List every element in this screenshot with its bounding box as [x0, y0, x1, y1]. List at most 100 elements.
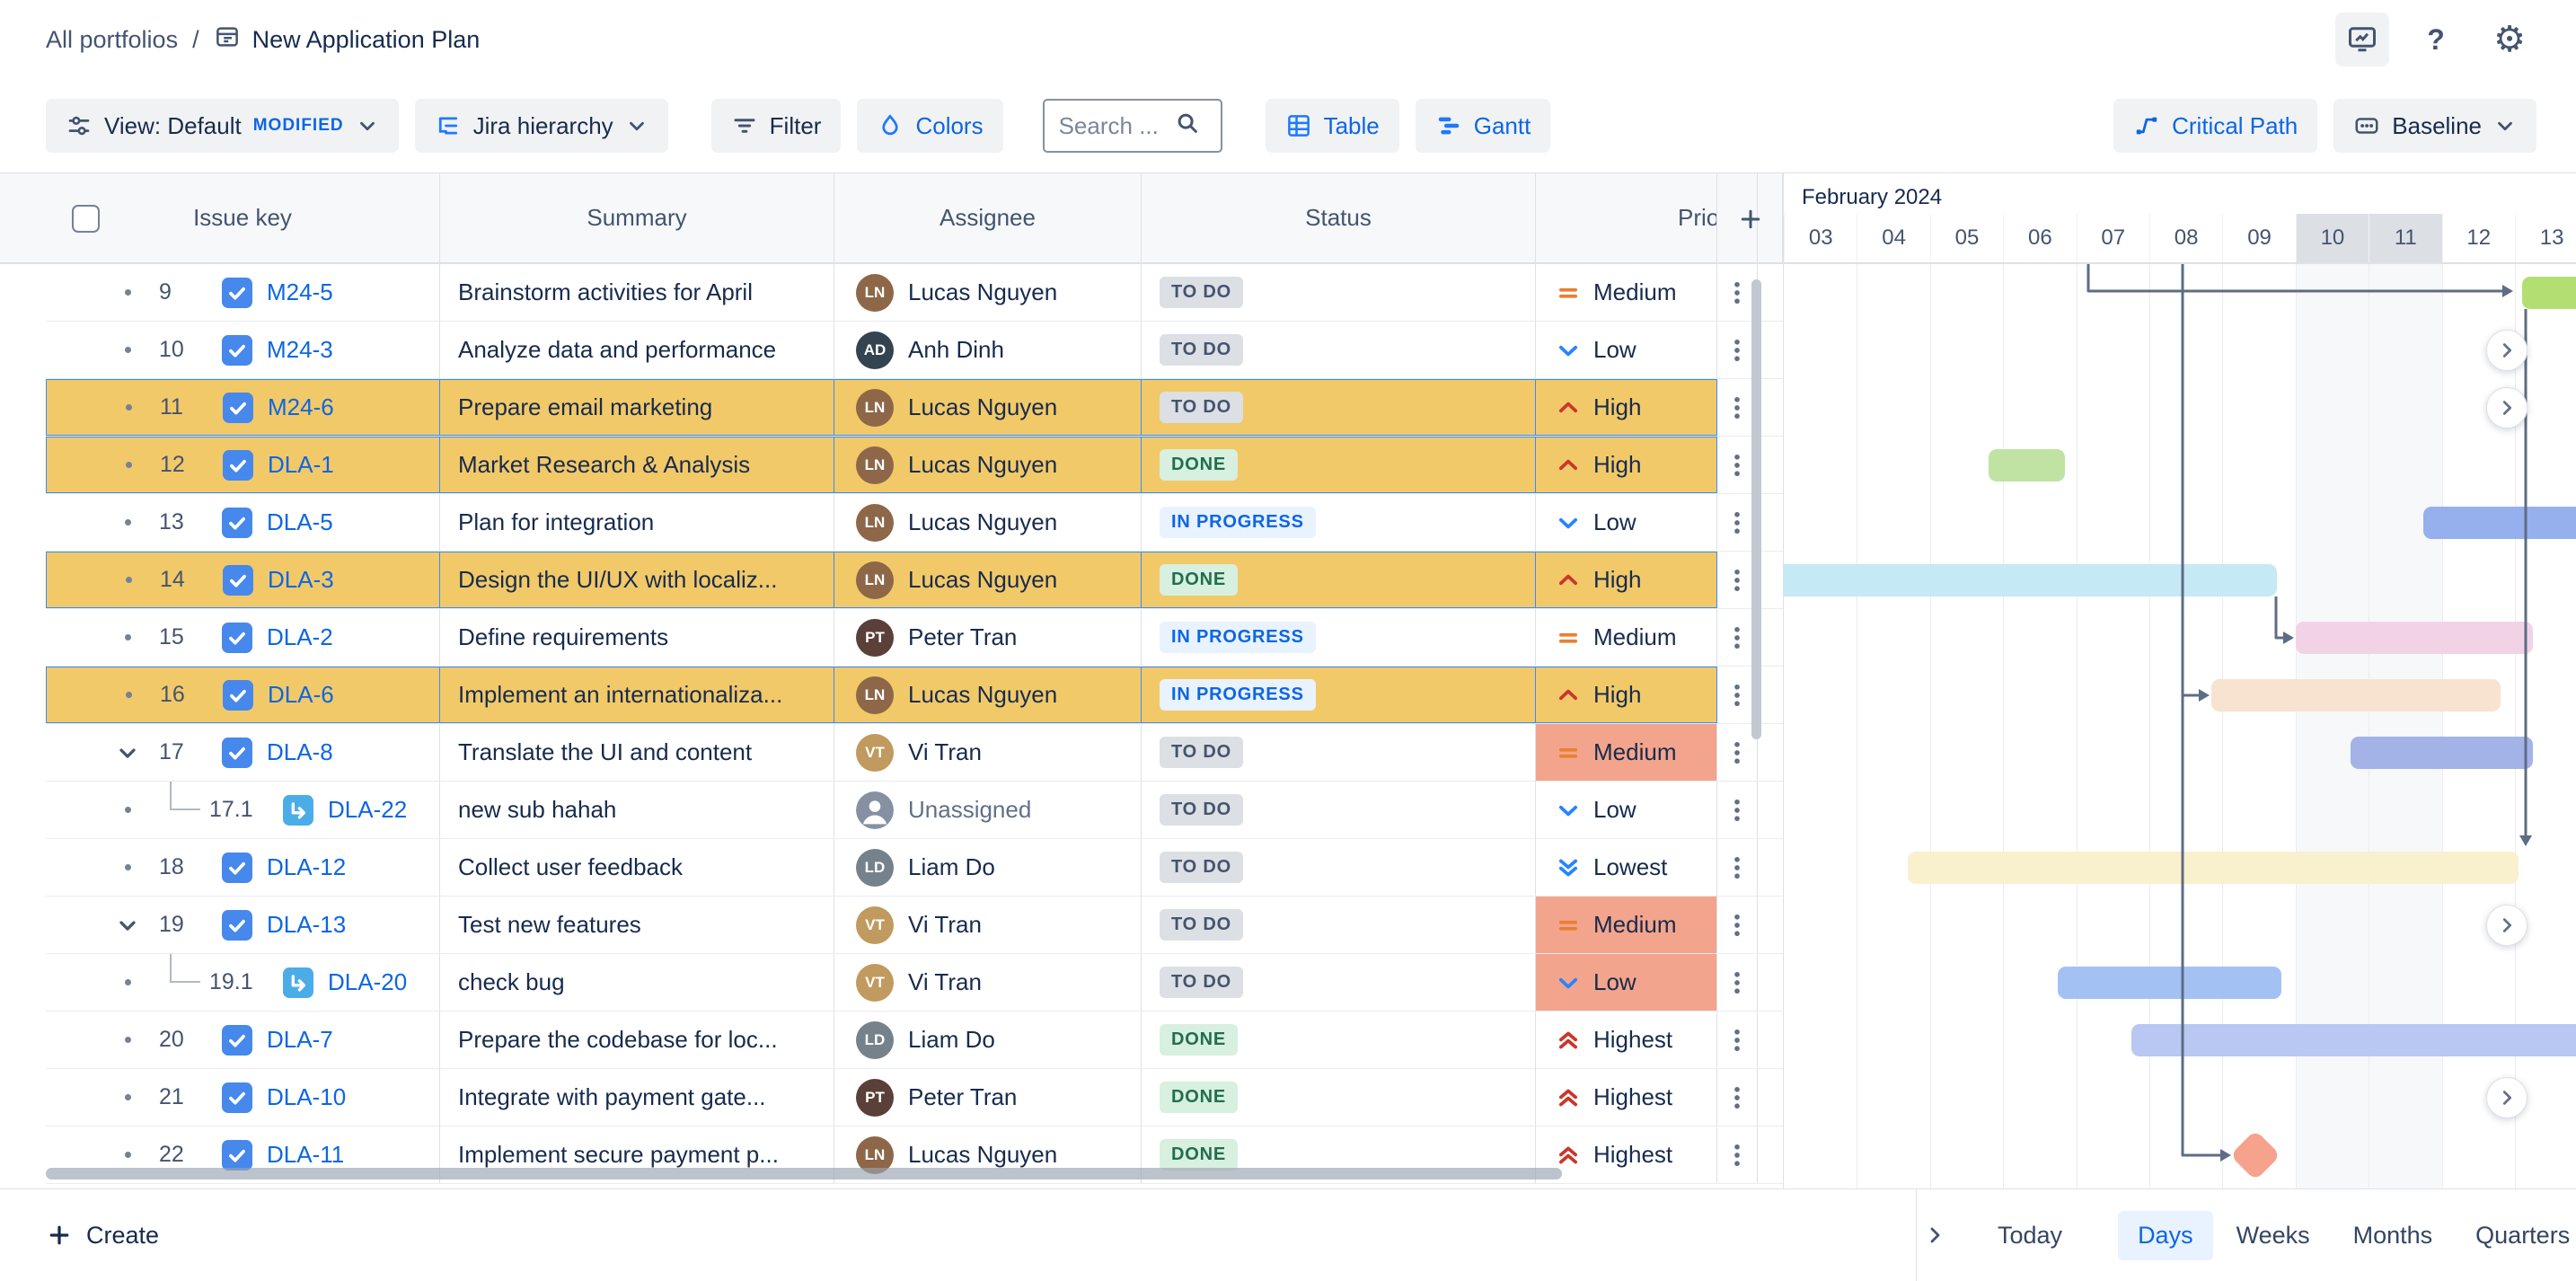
- status-cell[interactable]: DONE: [1142, 1069, 1536, 1126]
- row-menu-button[interactable]: [1719, 677, 1755, 713]
- issue-key-link[interactable]: M24-6: [268, 393, 334, 421]
- assignee-cell[interactable]: VTVi Tran: [834, 954, 1142, 1011]
- column-header-assignee[interactable]: Assignee: [834, 173, 1142, 262]
- zoom-weeks-button[interactable]: Weeks: [2217, 1211, 2330, 1260]
- issue-key-link[interactable]: DLA-3: [268, 566, 334, 594]
- row-menu-button[interactable]: [1719, 850, 1755, 886]
- row-menu-button[interactable]: [1719, 792, 1755, 828]
- priority-cell[interactable]: Highest: [1536, 1012, 1717, 1068]
- summary-cell[interactable]: Test new features: [440, 897, 834, 953]
- status-cell[interactable]: TO DO: [1142, 322, 1536, 378]
- scroll-to-bar-button[interactable]: [2486, 905, 2527, 946]
- timeline-day-04[interactable]: 04: [1857, 214, 1929, 262]
- status-cell[interactable]: IN PROGRESS: [1142, 494, 1536, 551]
- assignee-cell[interactable]: Unassigned: [834, 782, 1142, 838]
- priority-cell[interactable]: Lowest: [1536, 839, 1717, 896]
- assignee-cell[interactable]: LNLucas Nguyen: [834, 437, 1142, 493]
- row-menu-button[interactable]: [1719, 965, 1755, 1001]
- summary-cell[interactable]: Integrate with payment gate...: [440, 1069, 834, 1126]
- timeline-day-06[interactable]: 06: [2003, 214, 2076, 262]
- status-cell[interactable]: TO DO: [1142, 839, 1536, 896]
- colors-button[interactable]: Colors: [857, 99, 1002, 153]
- scroll-to-bar-button[interactable]: [2486, 387, 2527, 428]
- row-menu-button[interactable]: [1719, 907, 1755, 943]
- timeline-day-03[interactable]: 03: [1784, 214, 1857, 262]
- row-menu-button[interactable]: [1719, 275, 1755, 311]
- summary-cell[interactable]: Design the UI/UX with localiz...: [440, 552, 834, 608]
- row-menu-button[interactable]: [1719, 1137, 1755, 1173]
- issue-key-link[interactable]: DLA-8: [267, 738, 333, 766]
- issue-key-link[interactable]: DLA-7: [267, 1026, 333, 1054]
- row-menu-button[interactable]: [1719, 332, 1755, 368]
- zoom-quarters-button[interactable]: Quarters: [2456, 1211, 2576, 1260]
- settings-button[interactable]: ⚙: [2483, 13, 2536, 66]
- issue-key-link[interactable]: DLA-2: [267, 623, 333, 651]
- issue-key-link[interactable]: DLA-20: [328, 968, 407, 996]
- priority-cell[interactable]: Medium: [1536, 609, 1717, 666]
- status-cell[interactable]: IN PROGRESS: [1142, 609, 1536, 666]
- row-menu-button[interactable]: [1719, 735, 1755, 771]
- priority-cell[interactable]: Low: [1536, 494, 1717, 551]
- present-mode-button[interactable]: [2335, 13, 2389, 66]
- assignee-cell[interactable]: PTPeter Tran: [834, 609, 1142, 666]
- status-cell[interactable]: DONE: [1142, 1012, 1536, 1068]
- issue-key-link[interactable]: DLA-12: [267, 853, 346, 881]
- filter-button[interactable]: Filter: [711, 99, 842, 153]
- assignee-cell[interactable]: LDLiam Do: [834, 1012, 1142, 1068]
- assignee-cell[interactable]: LNLucas Nguyen: [834, 379, 1142, 436]
- assignee-cell[interactable]: ADAnh Dinh: [834, 322, 1142, 378]
- summary-cell[interactable]: Translate the UI and content: [440, 724, 834, 781]
- priority-cell[interactable]: Low: [1536, 782, 1717, 838]
- summary-cell[interactable]: Implement an internationaliza...: [440, 667, 834, 723]
- timeline-day-08[interactable]: 08: [2149, 214, 2222, 262]
- summary-cell[interactable]: Define requirements: [440, 609, 834, 666]
- summary-cell[interactable]: check bug: [440, 954, 834, 1011]
- priority-cell[interactable]: Highest: [1536, 1126, 1717, 1183]
- issue-key-link[interactable]: DLA-10: [267, 1083, 346, 1111]
- issue-key-link[interactable]: DLA-13: [267, 911, 346, 939]
- status-cell[interactable]: DONE: [1142, 552, 1536, 608]
- row-menu-button[interactable]: [1719, 562, 1755, 598]
- priority-cell[interactable]: High: [1536, 667, 1717, 723]
- hierarchy-button[interactable]: Jira hierarchy: [415, 99, 668, 153]
- priority-cell[interactable]: Low: [1536, 322, 1717, 378]
- status-cell[interactable]: IN PROGRESS: [1142, 667, 1536, 723]
- status-cell[interactable]: TO DO: [1142, 897, 1536, 953]
- summary-cell[interactable]: Collect user feedback: [440, 839, 834, 896]
- issue-key-link[interactable]: DLA-6: [268, 681, 334, 709]
- summary-cell[interactable]: Analyze data and performance: [440, 322, 834, 378]
- summary-cell[interactable]: Plan for integration: [440, 494, 834, 551]
- scroll-to-bar-button[interactable]: [2486, 330, 2527, 371]
- priority-cell[interactable]: High: [1536, 552, 1717, 608]
- baseline-button[interactable]: Baseline: [2333, 99, 2536, 153]
- column-header-status[interactable]: Status: [1142, 173, 1536, 262]
- search-input[interactable]: [1059, 112, 1174, 140]
- priority-cell[interactable]: High: [1536, 437, 1717, 493]
- issue-key-link[interactable]: M24-3: [267, 336, 333, 364]
- row-menu-button[interactable]: [1719, 505, 1755, 541]
- summary-cell[interactable]: Market Research & Analysis: [440, 437, 834, 493]
- priority-cell[interactable]: High: [1536, 379, 1717, 436]
- column-header-issue-key[interactable]: Issue key: [46, 173, 440, 262]
- issue-key-link[interactable]: M24-5: [267, 278, 333, 306]
- assignee-cell[interactable]: LNLucas Nguyen: [834, 552, 1142, 608]
- expand-panel-button[interactable]: [1924, 1213, 1945, 1258]
- status-cell[interactable]: DONE: [1142, 437, 1536, 493]
- column-header-summary[interactable]: Summary: [440, 173, 834, 262]
- priority-cell[interactable]: Medium: [1536, 724, 1717, 781]
- issue-key-link[interactable]: DLA-22: [328, 796, 407, 824]
- status-cell[interactable]: TO DO: [1142, 264, 1536, 321]
- create-button[interactable]: Create: [46, 1222, 159, 1250]
- assignee-cell[interactable]: VTVi Tran: [834, 897, 1142, 953]
- add-column-button[interactable]: [1732, 200, 1769, 238]
- status-cell[interactable]: TO DO: [1142, 954, 1536, 1011]
- expand-chevron-icon[interactable]: [96, 740, 159, 765]
- timeline-day-05[interactable]: 05: [1930, 214, 2003, 262]
- zoom-months-button[interactable]: Months: [2333, 1211, 2453, 1260]
- today-button[interactable]: Today: [1981, 1211, 2078, 1260]
- summary-cell[interactable]: new sub hahah: [440, 782, 834, 838]
- timeline-day-13[interactable]: 13: [2515, 214, 2576, 262]
- horizontal-scrollbar[interactable]: [46, 1168, 1562, 1179]
- table-view-button[interactable]: Table: [1266, 99, 1399, 153]
- select-all-checkbox[interactable]: [72, 205, 100, 233]
